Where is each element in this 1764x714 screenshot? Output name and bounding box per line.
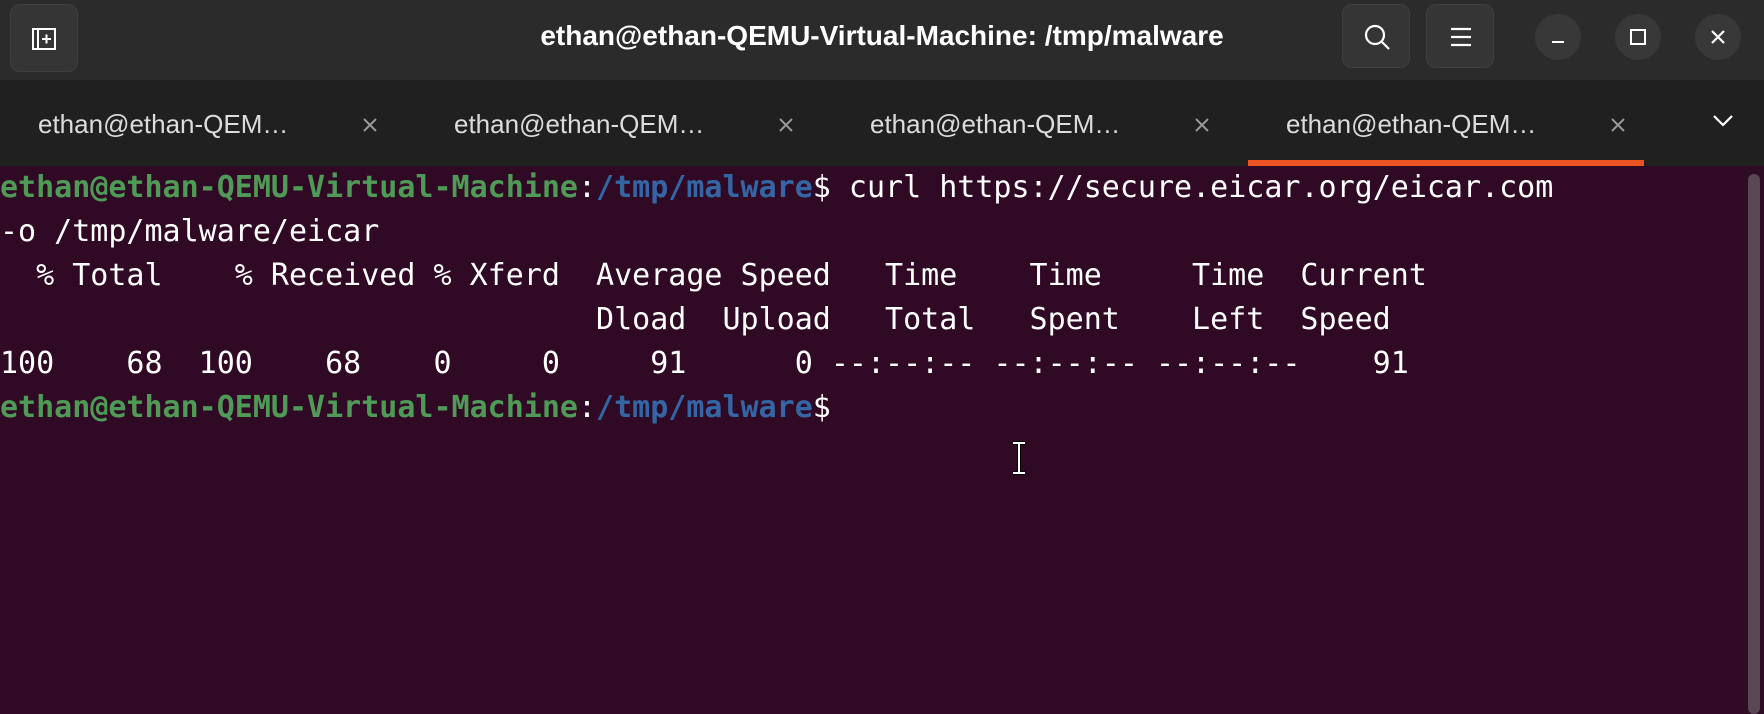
header-bar: ethan@ethan-QEMU-Virtual-Machine: /tmp/m… — [0, 0, 1764, 80]
command-line: ethan@ethan-QEMU-Virtual-Machine:/tmp/ma… — [0, 166, 1553, 210]
close-window-button[interactable] — [1695, 14, 1741, 60]
tab-label: ethan@ethan-QEM… — [454, 109, 705, 139]
prompt-separator: : — [577, 390, 597, 425]
prompt-separator: : — [577, 170, 597, 205]
tab-close-icon[interactable] — [1187, 110, 1217, 140]
hamburger-icon — [1451, 27, 1471, 47]
close-icon — [1711, 30, 1725, 44]
curl-header-2: Dload Upload Total Spent Left Speed — [0, 302, 1391, 337]
prompt-path: /tmp/malware — [596, 170, 813, 205]
text-cursor-icon — [1013, 441, 1025, 475]
chevron-down-icon — [1713, 115, 1733, 127]
prompt-path: /tmp/malware — [596, 390, 813, 425]
search-button[interactable] — [1342, 4, 1410, 68]
tab-close-icon[interactable] — [771, 110, 801, 140]
tab-3[interactable]: ethan@ethan-QEM… — [832, 80, 1248, 166]
search-icon — [1364, 24, 1390, 50]
prompt-user: ethan@ethan-QEMU-Virtual-Machine — [0, 170, 578, 205]
tab-list-button[interactable] — [1700, 98, 1746, 144]
tab-label: ethan@ethan-QEM… — [38, 109, 289, 139]
command-text: curl https://secure.eicar.org/eicar.com — [830, 170, 1554, 205]
minimize-button[interactable] — [1535, 14, 1581, 60]
tab-1[interactable]: ethan@ethan-QEM… — [0, 80, 416, 166]
maximize-button[interactable] — [1615, 14, 1661, 60]
tab-4-active[interactable]: ethan@ethan-QEM… — [1248, 80, 1664, 166]
menu-button[interactable] — [1426, 4, 1494, 68]
tab-close-icon[interactable] — [355, 110, 385, 140]
maximize-icon — [1630, 29, 1646, 45]
prompt-symbol: $ — [812, 390, 831, 425]
tab-label: ethan@ethan-QEM… — [870, 109, 1121, 139]
curl-header-1: % Total % Received % Xferd Average Speed… — [0, 258, 1427, 293]
terminal-output[interactable]: ethan@ethan-QEMU-Virtual-Machine:/tmp/ma… — [0, 166, 1744, 714]
command-continuation: -o /tmp/malware/eicar — [0, 214, 380, 249]
tab-2[interactable]: ethan@ethan-QEM… — [416, 80, 832, 166]
prompt-line: ethan@ethan-QEMU-Virtual-Machine:/tmp/ma… — [0, 386, 831, 430]
prompt-symbol: $ — [812, 170, 831, 205]
window-title: ethan@ethan-QEMU-Virtual-Machine: /tmp/m… — [540, 20, 1224, 51]
scrollbar[interactable] — [1748, 174, 1760, 714]
minimize-icon — [1552, 41, 1564, 43]
tab-label: ethan@ethan-QEM… — [1286, 109, 1537, 139]
curl-progress: 100 68 100 68 0 0 91 0 --:--:-- --:--:--… — [0, 346, 1409, 381]
tab-bar: ethan@ethan-QEM… ethan@ethan-QEM… ethan@… — [0, 80, 1764, 166]
prompt-user: ethan@ethan-QEMU-Virtual-Machine — [0, 390, 578, 425]
tab-close-icon[interactable] — [1603, 110, 1633, 140]
